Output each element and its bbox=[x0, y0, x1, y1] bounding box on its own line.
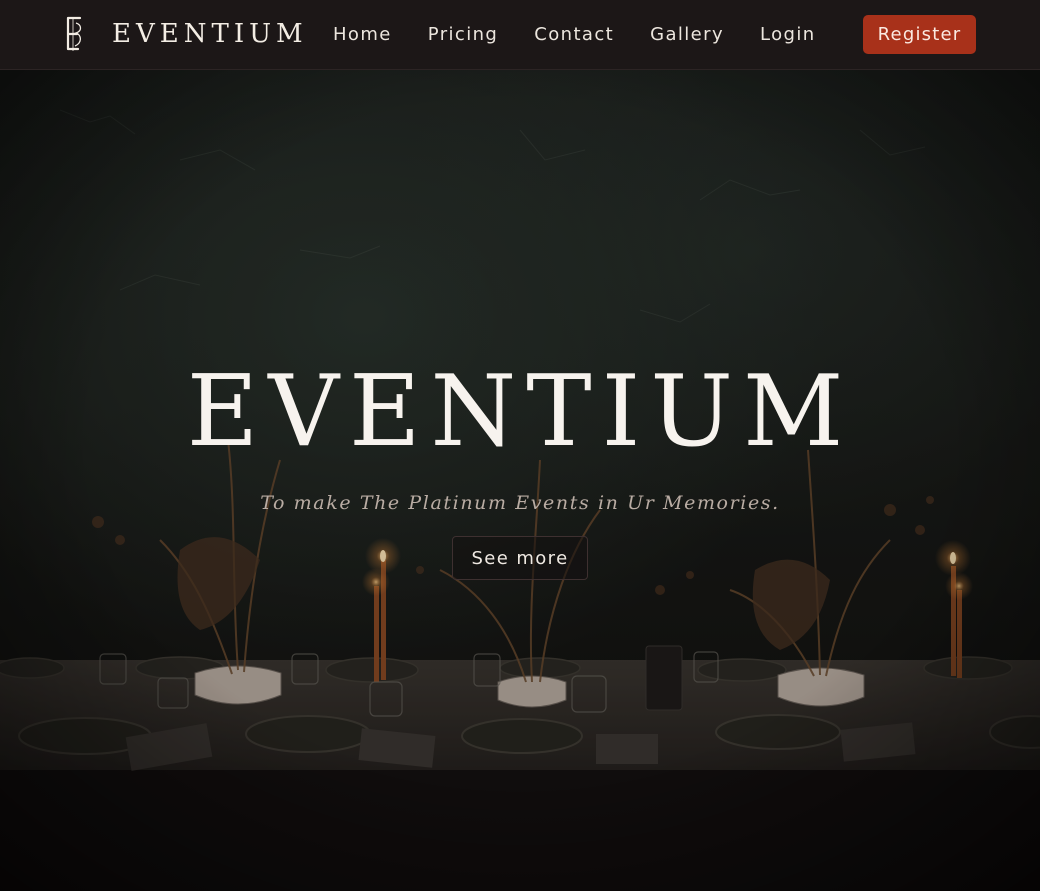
nav-link-gallery[interactable]: Gallery bbox=[650, 24, 724, 45]
top-navbar: EVENTIUM Home Pricing Contact Gallery Lo… bbox=[0, 0, 1040, 70]
nav-link-pricing[interactable]: Pricing bbox=[428, 24, 498, 45]
hero-section: EVENTIUM To make The Platinum Events in … bbox=[0, 70, 1040, 891]
nav-link-contact[interactable]: Contact bbox=[534, 24, 614, 45]
register-button[interactable]: Register bbox=[863, 15, 976, 54]
e-monogram-icon bbox=[66, 16, 82, 51]
main-nav: Home Pricing Contact Gallery Login bbox=[333, 14, 852, 54]
brand-name: EVENTIUM bbox=[112, 19, 308, 49]
nav-link-home[interactable]: Home bbox=[333, 24, 392, 45]
hero-background-image bbox=[0, 70, 1040, 891]
see-more-button[interactable]: See more bbox=[452, 536, 588, 580]
nav-link-login[interactable]: Login bbox=[760, 24, 816, 45]
page: EVENTIUM Home Pricing Contact Gallery Lo… bbox=[0, 0, 1040, 891]
hero-tagline: To make The Platinum Events in Ur Memori… bbox=[260, 492, 780, 514]
hero-title: EVENTIUM bbox=[186, 355, 854, 469]
brand-logo-link[interactable]: EVENTIUM bbox=[64, 14, 308, 54]
